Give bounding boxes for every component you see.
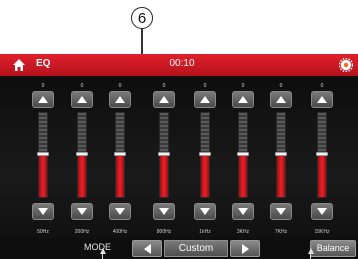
slider-handle[interactable] xyxy=(37,152,49,156)
band-down-button[interactable] xyxy=(109,203,131,220)
band-frequency-label: 50Hz xyxy=(37,229,49,235)
eq-band: 0 3KHz xyxy=(230,76,256,235)
arrow-down-icon xyxy=(317,208,327,215)
bottom-bar: MODE Custom Balance xyxy=(0,238,358,259)
band-level-fill xyxy=(239,154,247,197)
band-frequency-label: 1kHz xyxy=(199,229,211,235)
arrow-up-icon xyxy=(115,96,125,103)
band-slider[interactable] xyxy=(275,112,287,198)
home-icon[interactable] xyxy=(12,58,26,72)
eq-band: 0 800Hz xyxy=(151,76,177,235)
band-slider[interactable] xyxy=(237,112,249,198)
preset-selector[interactable]: Custom xyxy=(164,240,228,257)
clock: 00:10 xyxy=(169,58,195,69)
band-frequency-label: 3KHz xyxy=(236,229,250,235)
arrow-down-icon xyxy=(159,208,169,215)
band-up-button[interactable] xyxy=(270,91,292,108)
arrow-up-icon xyxy=(317,96,327,103)
band-up-button[interactable] xyxy=(71,91,93,108)
band-level-fill xyxy=(116,154,124,197)
band-slider[interactable] xyxy=(316,112,328,198)
slider-handle[interactable] xyxy=(76,152,88,156)
band-value: 0 xyxy=(118,83,122,89)
arrow-down-icon xyxy=(115,208,125,215)
slider-handle[interactable] xyxy=(114,152,126,156)
band-value: 0 xyxy=(41,83,45,89)
band-up-button[interactable] xyxy=(153,91,175,108)
page-title: EQ xyxy=(36,58,51,69)
band-level-fill xyxy=(277,154,285,197)
pointer-stem xyxy=(102,253,103,259)
arrow-down-icon xyxy=(38,208,48,215)
arrow-down-icon xyxy=(200,208,210,215)
band-down-button[interactable] xyxy=(194,203,216,220)
band-down-button[interactable] xyxy=(153,203,175,220)
band-slider[interactable] xyxy=(158,112,170,198)
settings-icon[interactable] xyxy=(339,58,353,72)
band-down-button[interactable] xyxy=(32,203,54,220)
balance-button[interactable]: Balance xyxy=(310,240,356,257)
band-level-fill xyxy=(39,154,47,197)
eq-band: 0 7KHz xyxy=(268,76,294,235)
band-slider[interactable] xyxy=(114,112,126,198)
preset-prev-button[interactable] xyxy=(132,240,162,257)
band-value: 0 xyxy=(80,83,84,89)
preset-next-button[interactable] xyxy=(230,240,260,257)
chevron-right-icon xyxy=(241,243,249,254)
band-frequency-label: 15KHz xyxy=(314,229,330,235)
band-level-fill xyxy=(201,154,209,197)
arrow-up-icon xyxy=(38,96,48,103)
band-slider[interactable] xyxy=(37,112,49,198)
band-value: 0 xyxy=(241,83,245,89)
pointer-icon xyxy=(100,248,106,254)
band-down-button[interactable] xyxy=(71,203,93,220)
eq-band: 0 200Hz xyxy=(69,76,95,235)
slider-handle[interactable] xyxy=(237,152,249,156)
band-frequency-label: 200Hz xyxy=(74,229,90,235)
slider-handle[interactable] xyxy=(199,152,211,156)
band-frequency-label: 400Hz xyxy=(112,229,128,235)
band-value: 0 xyxy=(203,83,207,89)
pointer-icon xyxy=(308,248,314,254)
band-value: 0 xyxy=(162,83,166,89)
mode-button[interactable]: MODE xyxy=(84,242,111,252)
chevron-left-icon xyxy=(143,243,151,254)
band-frequency-label: 7KHz xyxy=(274,229,288,235)
arrow-down-icon xyxy=(77,208,87,215)
band-up-button[interactable] xyxy=(232,91,254,108)
arrow-up-icon xyxy=(159,96,169,103)
eq-band: 0 1kHz xyxy=(192,76,218,235)
band-value: 0 xyxy=(279,83,283,89)
slider-handle[interactable] xyxy=(316,152,328,156)
title-bar: EQ 00:10 xyxy=(0,54,358,76)
arrow-down-icon xyxy=(276,208,286,215)
band-level-fill xyxy=(78,154,86,197)
arrow-up-icon xyxy=(200,96,210,103)
callout-number: 6 xyxy=(131,7,153,29)
band-slider[interactable] xyxy=(199,112,211,198)
band-up-button[interactable] xyxy=(109,91,131,108)
band-up-button[interactable] xyxy=(311,91,333,108)
slider-handle[interactable] xyxy=(158,152,170,156)
arrow-up-icon xyxy=(276,96,286,103)
arrow-up-icon xyxy=(238,96,248,103)
band-value: 0 xyxy=(320,83,324,89)
eq-screen: EQ 00:10 0 50Hz 0 200Hz 0 400Hz 0 800Hz 0 1kHz 0 3K… xyxy=(0,54,358,259)
band-level-fill xyxy=(160,154,168,197)
band-up-button[interactable] xyxy=(194,91,216,108)
band-down-button[interactable] xyxy=(270,203,292,220)
band-level-fill xyxy=(318,154,326,197)
band-up-button[interactable] xyxy=(32,91,54,108)
pointer-stem xyxy=(310,253,311,259)
eq-band: 0 400Hz xyxy=(107,76,133,235)
arrow-down-icon xyxy=(238,208,248,215)
band-down-button[interactable] xyxy=(311,203,333,220)
band-frequency-label: 800Hz xyxy=(156,229,172,235)
band-slider[interactable] xyxy=(76,112,88,198)
arrow-up-icon xyxy=(77,96,87,103)
eq-band: 0 50Hz xyxy=(30,76,56,235)
slider-handle[interactable] xyxy=(275,152,287,156)
eq-band: 0 15KHz xyxy=(309,76,335,235)
band-down-button[interactable] xyxy=(232,203,254,220)
